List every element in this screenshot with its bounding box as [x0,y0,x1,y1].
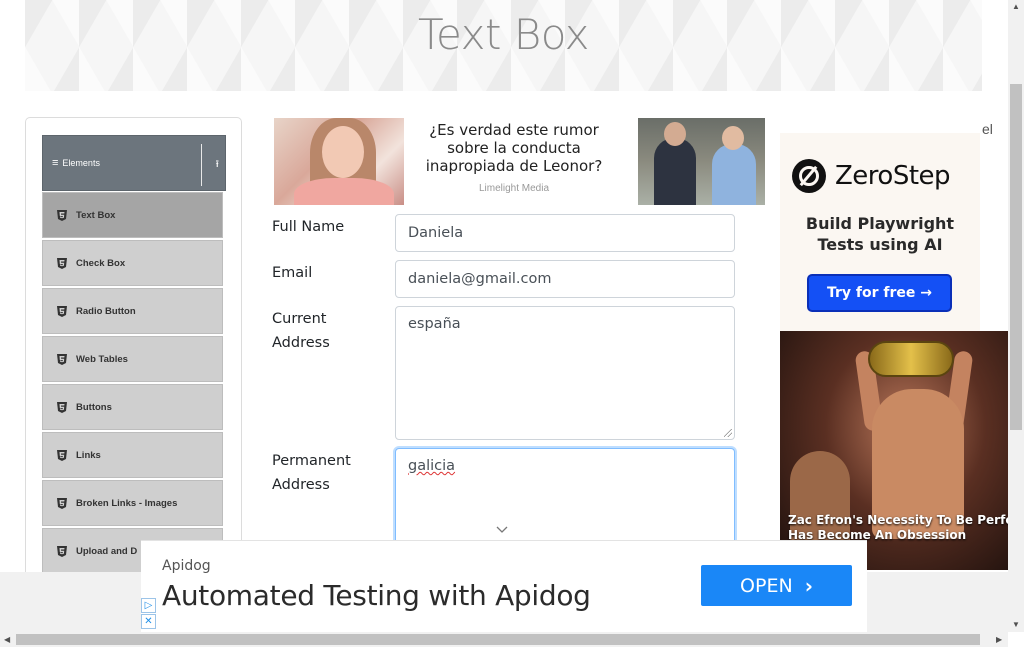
ad-zerostep[interactable]: ZeroStep Build Playwright Tests using AI… [780,133,980,331]
full-name-input[interactable]: Daniela [395,214,735,252]
try-for-free-button[interactable]: Try for free → [807,274,952,312]
html5-icon [57,257,67,269]
current-address-label-line2: Address [272,335,330,351]
full-name-label: Full Name [272,219,345,235]
current-address-label-line1: Current [272,311,327,327]
sidebar-item-web-tables[interactable]: Web Tables [42,336,223,382]
zerostep-logo-icon [792,159,826,193]
scroll-down-arrow-icon[interactable]: ▼ [1012,620,1020,629]
ad-photo-figure [712,144,756,205]
html5-icon [57,449,67,461]
sidebar-item-label: Text Box [76,209,116,221]
sidebar-item-label: Upload and D [76,545,138,557]
ad-marker: el [982,121,993,137]
sidebar-item-label: Links [76,449,101,461]
html5-icon [57,305,67,317]
hamburger-icon: ≡ [52,157,59,169]
sidebar-item-label: Broken Links - Images [76,497,178,509]
ad-headline[interactable]: ¿Es verdad este rumor sobre la conducta … [414,121,614,175]
horizontal-scrollbar-thumb[interactable] [16,634,980,645]
ad-source: Limelight Media [478,183,550,194]
permanent-address-label-line1: Permanent [272,453,351,469]
ad-photo-head [664,122,686,146]
sidebar-item-label: Radio Button [76,305,136,317]
resize-handle[interactable] [724,429,732,437]
ad-photo-face [322,126,364,178]
scroll-left-arrow-icon[interactable]: ◀ [4,635,10,644]
permanent-address-label-line2: Address [272,477,330,493]
email-input[interactable]: daniela@gmail.com [395,260,735,298]
ad-photo[interactable] [274,118,404,205]
ad-wrestling-photo[interactable]: Zac Efron's Necessity To Be Perfe Has Be… [780,331,1008,570]
scroll-right-arrow-icon[interactable]: ▶ [996,635,1002,644]
apidog-headline[interactable]: Automated Testing with Apidog [162,579,591,612]
page: Text Box ≡ Elements ⭱ Text Box Check Box… [0,0,1024,647]
open-button[interactable]: OPEN › [701,565,852,606]
zerostep-brand: ZeroStep [835,161,951,191]
sidebar-item-label: Check Box [76,257,126,269]
collapse-up-icon[interactable]: ⭱ [216,157,220,174]
divider [201,144,202,186]
sidebar-item-check-box[interactable]: Check Box [42,240,223,286]
adchoices-icon[interactable]: ▷ [141,598,156,613]
ad-photo-shirt [294,178,394,205]
page-title: Text Box [417,10,590,59]
sidebar-item-label: Web Tables [76,353,128,365]
ad-top-banner[interactable]: ¿Es verdad este rumor sobre la conducta … [274,118,765,205]
open-button-label: OPEN [740,574,793,597]
email-label: Email [272,265,313,281]
ad-photo[interactable] [638,118,765,205]
permanent-address-value: galicia [408,458,456,474]
current-address-value: españa [408,316,461,332]
ad-apidog[interactable]: Apidog Automated Testing with Apidog OPE… [141,540,867,632]
sidebar-item-text-box[interactable]: Text Box [42,192,223,238]
sidebar-item-radio-button[interactable]: Radio Button [42,288,223,334]
close-icon[interactable]: ✕ [141,614,156,629]
current-address-textarea[interactable]: españa [395,306,735,440]
sidebar-item-broken-links[interactable]: Broken Links - Images [42,480,223,526]
zerostep-tagline: Build Playwright Tests using AI [780,213,980,255]
html5-icon [57,497,67,509]
page-banner: Text Box [25,0,982,91]
chevron-right-icon: › [804,573,813,598]
zerostep-tagline-line2: Tests using AI [817,235,943,254]
sidebar-group-label: Elements [62,158,100,168]
sidebar: ≡ Elements ⭱ Text Box Check Box Radio Bu… [25,117,242,587]
ad-photo-figure [654,138,696,205]
championship-belt [868,341,954,377]
sidebar-item-links[interactable]: Links [42,432,223,478]
html5-icon [57,401,67,413]
html5-icon [57,545,67,557]
scroll-up-arrow-icon[interactable]: ▲ [1012,2,1020,11]
ad-photo-head [722,126,744,150]
html5-icon [57,209,67,221]
sidebar-group-elements[interactable]: ≡ Elements ⭱ [42,135,226,191]
html5-icon [57,353,67,365]
sidebar-item-label: Buttons [76,401,112,413]
sidebar-item-buttons[interactable]: Buttons [42,384,223,430]
ad-caption-line1[interactable]: Zac Efron's Necessity To Be Perfe [788,512,1008,528]
zerostep-logo: ZeroStep [792,159,951,193]
apidog-brand: Apidog [162,558,211,574]
chevron-down-icon[interactable] [496,526,508,534]
vertical-scrollbar-thumb[interactable] [1010,84,1022,430]
zerostep-tagline-line1: Build Playwright [805,214,955,233]
permanent-address-textarea[interactable]: galicia [395,448,735,548]
